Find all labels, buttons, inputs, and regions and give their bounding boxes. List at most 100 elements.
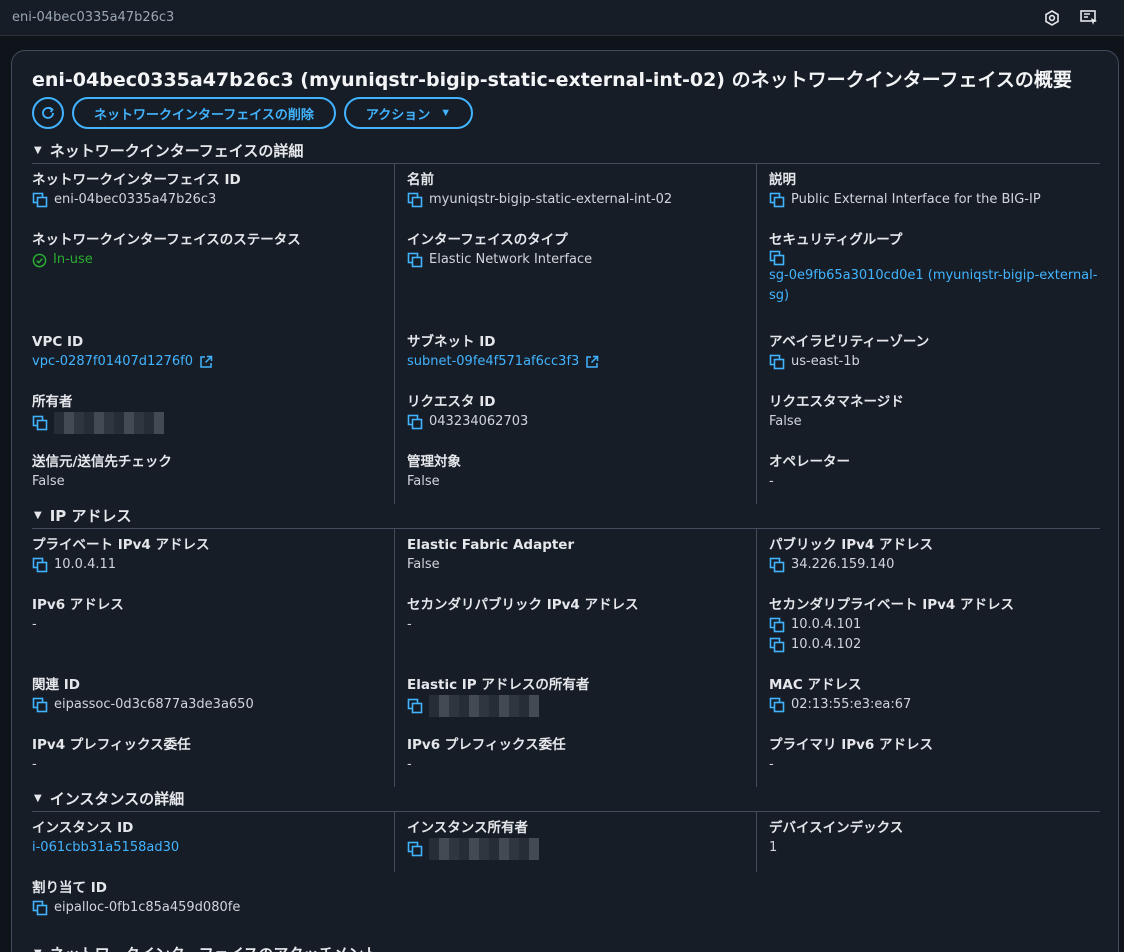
- sec-priv4-value-1: 10.0.4.101: [791, 617, 862, 632]
- field-label: インスタンス所有者: [407, 820, 528, 836]
- security-group-link[interactable]: sg-0e9fb65a3010cd0e1 (myuniqstr-bigip-ex…: [769, 266, 1098, 306]
- copy-icon[interactable]: [769, 354, 785, 370]
- copy-icon[interactable]: [769, 250, 785, 266]
- field-label: セカンダリプライベート IPv4 アドレス: [769, 597, 1015, 613]
- redacted-owner: [54, 412, 164, 434]
- expand-triangle-icon: ▼: [34, 948, 42, 952]
- caret-down-icon: ▼: [440, 107, 452, 119]
- copy-icon[interactable]: [769, 557, 785, 573]
- section-instance-header[interactable]: ▼ インスタンスの詳細: [32, 787, 1098, 809]
- subnet-link[interactable]: subnet-09fe4f571af6cc3f3: [407, 352, 579, 372]
- screen-cursor-icon[interactable]: [1080, 9, 1098, 26]
- field-label: 説明: [769, 172, 796, 188]
- field-label: セキュリティグループ: [769, 232, 903, 248]
- req-managed-value: False: [769, 414, 802, 429]
- copy-icon[interactable]: [32, 557, 48, 573]
- instance-grid: インスタンス ID i-061cbb31a5158ad30 割り当て ID ei…: [32, 812, 1098, 938]
- section-title: ネットワークインターフェイスの詳細: [49, 141, 304, 160]
- section-title: インスタンスの詳細: [49, 789, 185, 808]
- expand-triangle-icon: ▼: [34, 509, 42, 521]
- copy-icon[interactable]: [32, 697, 48, 713]
- ip-grid: プライベート IPv4 アドレス 10.0.4.11 IPv6 アドレス - 関…: [32, 529, 1098, 787]
- mac-value: 02:13:55:e3:ea:67: [791, 697, 912, 712]
- external-link-icon[interactable]: [585, 355, 599, 369]
- section-ip-header[interactable]: ▼ IP アドレス: [32, 504, 1098, 526]
- copy-icon[interactable]: [407, 252, 423, 268]
- field-label: Elastic IP アドレスの所有者: [407, 677, 590, 693]
- delete-interface-button[interactable]: ネットワークインターフェイスの削除: [72, 97, 336, 129]
- copy-icon[interactable]: [407, 841, 423, 857]
- actions-dropdown-button[interactable]: アクション ▼: [343, 97, 474, 129]
- expand-triangle-icon: ▼: [34, 144, 42, 156]
- copy-icon[interactable]: [769, 617, 785, 633]
- copy-icon[interactable]: [32, 415, 48, 431]
- assoc-value: eipassoc-0d3c6877a3de3a650: [54, 697, 254, 712]
- copy-icon[interactable]: [769, 697, 785, 713]
- field-label: リクエスタ ID: [407, 394, 496, 410]
- instance-id-link[interactable]: i-061cbb31a5158ad30: [32, 838, 179, 858]
- field-label: IPv4 プレフィックス委任: [32, 737, 191, 753]
- pub4-value: 34.226.159.140: [791, 557, 895, 572]
- efa-value: False: [407, 557, 440, 572]
- sg-line-1: sg-0e9fb65a3010cd0e1 (myuniqstr-bigip-ex…: [769, 268, 1098, 283]
- section-attachment-header[interactable]: ▼ ネットワークインターフェイスのアタッチメント: [32, 942, 1098, 952]
- copy-icon[interactable]: [407, 192, 423, 208]
- field-label: VPC ID: [32, 334, 84, 350]
- field-label: MAC アドレス: [769, 677, 862, 693]
- page-title: eni-04bec0335a47b26c3 (myuniqstr-bigip-s…: [32, 69, 1072, 91]
- action-bar: ネットワークインターフェイスの削除 アクション ▼: [32, 97, 1098, 129]
- summary-panel: eni-04bec0335a47b26c3 (myuniqstr-bigip-s…: [11, 50, 1119, 952]
- field-label: 割り当て ID: [32, 880, 107, 896]
- field-label: プライベート IPv4 アドレス: [32, 537, 210, 553]
- copy-icon[interactable]: [407, 414, 423, 430]
- details-grid: ネットワークインターフェイス ID eni-04bec0335a47b26c3 …: [32, 164, 1098, 504]
- breadcrumb[interactable]: eni-04bec0335a47b26c3: [12, 10, 174, 25]
- external-link-icon[interactable]: [199, 355, 213, 369]
- sg-line-2: sg): [769, 288, 790, 303]
- refresh-button[interactable]: [32, 97, 64, 129]
- field-label: セカンダリパブリック IPv4 アドレス: [407, 597, 639, 613]
- field-label: 送信元/送信先チェック: [32, 454, 172, 470]
- settings-hex-icon[interactable]: [1044, 9, 1060, 26]
- managed-value: False: [407, 474, 440, 489]
- copy-icon[interactable]: [32, 900, 48, 916]
- sec-priv4-value-2: 10.0.4.102: [791, 637, 862, 652]
- section-title: IP アドレス: [49, 506, 132, 525]
- field-label: インターフェイスのタイプ: [407, 232, 568, 248]
- status-value: In-use: [53, 252, 93, 267]
- copy-icon[interactable]: [769, 192, 785, 208]
- ipv6-value: -: [32, 617, 37, 632]
- field-label: プライマリ IPv6 アドレス: [769, 737, 934, 753]
- check-circle-icon: [32, 253, 47, 267]
- ipv4pfx-value: -: [32, 757, 37, 772]
- section-title: ネットワークインターフェイスのアタッチメント: [50, 943, 379, 952]
- vpc-link[interactable]: vpc-0287f01407d1276f0: [32, 352, 193, 372]
- az-value: us-east-1b: [791, 354, 860, 369]
- field-label: デバイスインデックス: [769, 820, 904, 836]
- copy-icon[interactable]: [32, 192, 48, 208]
- field-label: IPv6 プレフィックス委任: [407, 737, 566, 753]
- copy-icon[interactable]: [769, 637, 785, 653]
- field-label: 所有者: [32, 394, 73, 410]
- eni-id-value: eni-04bec0335a47b26c3: [54, 192, 217, 207]
- redacted-eip-owner: [429, 695, 539, 717]
- section-details-header[interactable]: ▼ ネットワークインターフェイスの詳細: [32, 139, 1098, 161]
- operator-value: -: [769, 474, 774, 489]
- field-label: Elastic Fabric Adapter: [407, 537, 575, 553]
- field-label: IPv6 アドレス: [32, 597, 124, 613]
- ipv6pfx-value: -: [407, 757, 412, 772]
- field-label: リクエスタマネージド: [769, 394, 904, 410]
- field-label: アベイラビリティーゾーン: [769, 334, 930, 350]
- requester-value: 043234062703: [429, 414, 529, 429]
- actions-label: アクション: [365, 106, 431, 122]
- device-index-value: 1: [769, 840, 778, 855]
- priv4-value: 10.0.4.11: [54, 557, 117, 572]
- field-label: サブネット ID: [407, 334, 496, 350]
- name-value: myuniqstr-bigip-static-external-int-02: [429, 192, 673, 207]
- copy-icon[interactable]: [407, 698, 423, 714]
- desc-value: Public External Interface for the BIG-IP: [791, 192, 1041, 207]
- field-label: オペレーター: [769, 454, 850, 470]
- sec-pub4-value: -: [407, 617, 412, 632]
- prim6-value: -: [769, 757, 774, 772]
- field-label: 名前: [407, 172, 434, 188]
